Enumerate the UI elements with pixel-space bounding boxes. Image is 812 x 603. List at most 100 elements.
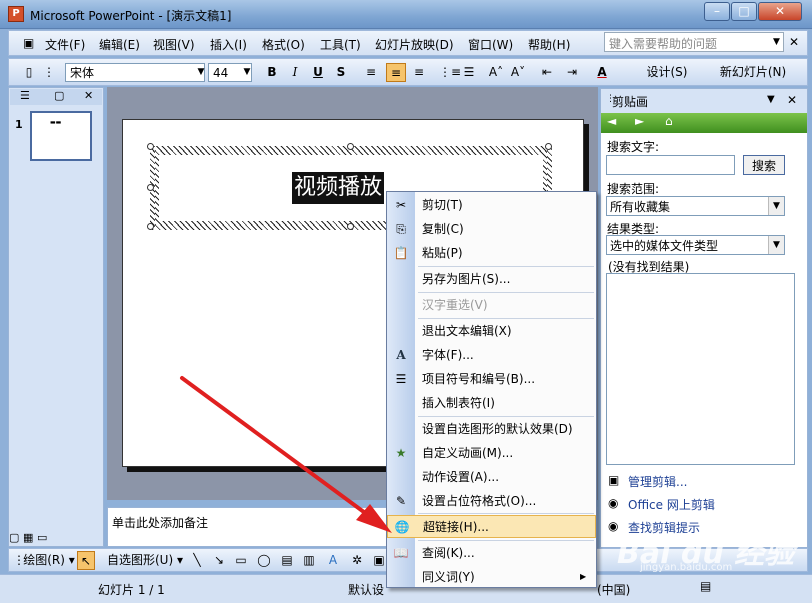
ctx-lookup[interactable]: 📖 查阅(K)... [387,542,596,564]
ctx-custom-animation[interactable]: ★ 自定义动画(M)... [387,442,596,464]
vertical-textbox-icon[interactable]: ▥ [301,551,317,570]
resize-handle[interactable] [347,223,354,230]
font-dropdown-icon[interactable]: ▼ [195,63,207,82]
new-doc-icon[interactable]: ▯ [21,63,37,82]
task-pane-nav: ◄ ► ⌂ [601,113,807,133]
close-button[interactable]: ✕ [758,2,802,21]
menu-tools[interactable]: 工具(T) [320,36,361,53]
slides-tab-icon[interactable]: ▢ [54,89,64,102]
ctx-format-placeholder[interactable]: ✎ 设置占位符格式(O)... [387,490,596,512]
task-pane-title: 剪贴画 [612,95,649,109]
ctx-set-autoshape-defaults[interactable]: 设置自选图形的默认效果(D) [387,418,596,440]
ctx-insert-tab[interactable]: 插入制表符(I) [387,392,596,414]
align-left-icon[interactable]: ≡ [363,63,379,82]
bold-button[interactable]: B [264,63,280,82]
ctx-exit-text-edit[interactable]: 退出文本编辑(X) [387,320,596,342]
scope-label: 搜索范围: [607,182,660,196]
arrow-tool-icon[interactable]: ↘ [211,551,227,570]
resize-handle[interactable] [347,143,354,150]
ctx-bullets-numbering[interactable]: ☰ 项目符号和编号(B)... [387,368,596,390]
help-search-input[interactable]: 键入需要帮助的问题 [604,32,784,52]
textbox-tool-icon[interactable]: ▤ [279,551,295,570]
powerpoint-app-icon[interactable]: P [8,6,24,22]
decrease-font-icon[interactable]: A˅ [509,63,527,82]
help-dropdown-icon[interactable]: ▼ [770,33,783,51]
resize-handle[interactable] [545,143,552,150]
menu-window[interactable]: 窗口(W) [468,36,513,53]
office-online-link[interactable]: Office 网上剪辑 [628,496,715,513]
resize-handle[interactable] [147,143,154,150]
ctx-paste[interactable]: 📋 粘贴(P) [387,242,596,264]
size-dropdown-icon[interactable]: ▼ [241,63,253,82]
menu-help[interactable]: 帮助(H) [528,36,570,53]
selected-title-text[interactable]: 视频播放 [292,172,385,204]
pane-close-icon[interactable]: ✕ [787,93,797,107]
decrease-indent-icon[interactable]: ⇤ [539,63,555,82]
menu-format[interactable]: 格式(O) [262,36,305,53]
outline-tab-icon[interactable]: ☰ [20,89,30,102]
select-pointer-icon[interactable]: ↖ [77,551,95,570]
bullets-icon[interactable]: ☰ [461,63,477,82]
wordart-icon[interactable]: A [325,551,341,570]
home-icon[interactable]: ⌂ [665,114,673,128]
ctx-cut[interactable]: ✂ 剪切(T) [387,194,596,216]
font-name-field[interactable]: 宋体 [65,63,205,82]
font-color-button[interactable]: A [594,63,610,82]
resize-handle[interactable] [147,223,154,230]
slideshow-view-icon[interactable]: ▭ [37,531,47,544]
increase-indent-icon[interactable]: ⇥ [564,63,580,82]
numbering-icon[interactable]: ⋮≡ [439,63,461,82]
menu-view[interactable]: 视图(V) [153,36,195,53]
search-text-input[interactable] [606,155,735,175]
italic-button[interactable]: I [287,63,303,82]
ctx-font[interactable]: A 字体(F)... [387,344,596,366]
menu-separator [418,266,594,267]
scope-select[interactable]: 所有收藏集 [606,196,785,216]
maximize-button[interactable]: □ [731,2,757,21]
autoshapes-button[interactable]: 自选图形(U) ▾ [104,551,186,570]
slides-pane-tabs: ☰ ▢ ✕ [10,89,102,105]
slides-pane-close-icon[interactable]: ✕ [84,89,93,102]
ctx-synonyms[interactable]: 同义词(Y) ▶ [387,566,596,588]
oval-tool-icon[interactable]: ◯ [255,551,273,570]
rectangle-tool-icon[interactable]: ▭ [233,551,249,570]
type-dropdown-icon[interactable]: ▼ [768,236,784,254]
design-button[interactable]: 设计(S) [635,63,699,82]
watermark-url: jingyan.baidu.com [640,562,733,573]
minimize-button[interactable]: – [704,2,730,21]
menu-edit[interactable]: 编辑(E) [99,36,140,53]
ctx-save-as-picture[interactable]: 另存为图片(S)... [387,268,596,290]
back-icon[interactable]: ◄ [607,114,616,128]
type-select[interactable]: 选中的媒体文件类型 [606,235,785,255]
diagram-icon[interactable]: ✲ [349,551,365,570]
pane-menu-icon[interactable]: ▼ [767,94,775,105]
shadow-button[interactable]: S [333,63,349,82]
ctx-hyperlink[interactable]: 🌐 超链接(H)... [387,515,596,538]
organize-clips-link[interactable]: 管理剪辑... [628,473,687,490]
office-online-icon: ◉ [608,496,619,510]
search-button[interactable]: 搜索 [743,155,785,175]
sorter-view-icon[interactable]: ▦ [23,531,33,544]
line-tool-icon[interactable]: ╲ [189,551,205,570]
ctx-action-settings[interactable]: 动作设置(A)... [387,466,596,488]
new-slide-button[interactable]: 新幻灯片(N) [713,63,793,82]
clipart-icon[interactable]: ▣ [371,551,387,570]
menu-doc-icon[interactable]: ▣ [23,36,34,50]
menu-insert[interactable]: 插入(I) [210,36,247,53]
forward-icon[interactable]: ► [635,114,644,128]
toolbar-options-icon[interactable]: ⋮ [43,63,55,82]
align-center-icon[interactable]: ≡ [386,63,406,82]
document-close-icon[interactable]: ✕ [789,35,799,49]
align-right-icon[interactable]: ≡ [411,63,427,82]
menu-slideshow[interactable]: 幻灯片放映(D) [375,36,454,53]
draw-menu-button[interactable]: 绘图(R) ▾ [21,551,77,570]
menu-separator [418,513,594,514]
resize-handle[interactable] [147,184,154,191]
scope-dropdown-icon[interactable]: ▼ [768,197,784,215]
increase-font-icon[interactable]: A˄ [487,63,505,82]
results-list[interactable] [606,273,795,465]
ctx-copy[interactable]: ⎘ 复制(C) [387,218,596,240]
underline-button[interactable]: U [310,63,326,82]
menu-file[interactable]: 文件(F) [45,36,85,53]
normal-view-icon[interactable]: ▢ [9,531,19,544]
